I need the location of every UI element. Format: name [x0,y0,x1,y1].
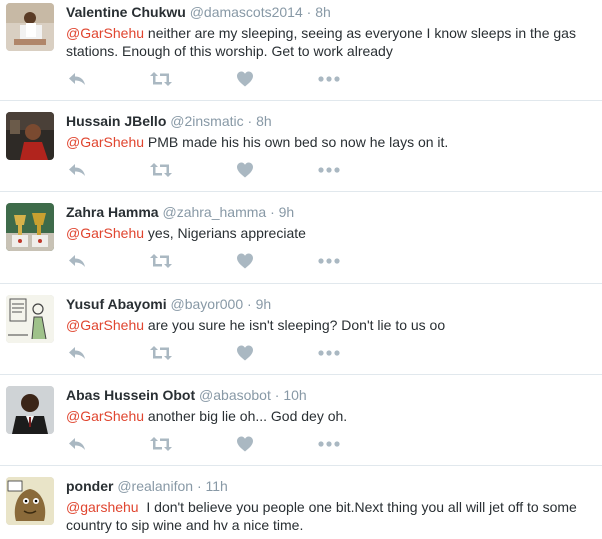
mention-link[interactable]: @GarShehu [66,25,144,41]
tweet-header: Valentine Chukwu @damascots2014 · 8h [66,3,596,21]
tweet-header: Yusuf Abayomi @bayor000 · 9h [66,295,596,313]
tweet[interactable]: Hussain JBello @2insmatic · 8h @GarShehu… [0,101,602,192]
retweet-icon[interactable] [150,251,172,271]
tweet-feed: Valentine Chukwu @damascots2014 · 8h @Ga… [0,0,602,539]
reply-icon[interactable] [66,160,88,180]
display-name[interactable]: Yusuf Abayomi [66,296,167,312]
tweet-header: Hussain JBello @2insmatic · 8h [66,112,596,130]
avatar[interactable] [6,295,54,343]
retweet-icon[interactable] [150,69,172,89]
tweet[interactable]: Valentine Chukwu @damascots2014 · 8h @Ga… [0,0,602,101]
retweet-icon[interactable] [150,434,172,454]
like-icon[interactable] [234,251,256,271]
tweet[interactable]: Yusuf Abayomi @bayor000 · 9h @GarShehu a… [0,284,602,375]
mention-link[interactable]: @garshehu [66,499,139,515]
username[interactable]: @abasobot [199,387,271,403]
timestamp[interactable]: 8h [315,4,331,20]
username[interactable]: @zahra_hamma [162,204,266,220]
tweet[interactable]: Abas Hussein Obot @abasobot · 10h @GarSh… [0,375,602,466]
display-name[interactable]: ponder [66,478,113,494]
separator-dot: · [270,204,275,220]
avatar[interactable] [6,477,54,525]
tweet-text: @GarShehu neither are my sleeping, seein… [66,24,596,60]
like-icon[interactable] [234,343,256,363]
display-name[interactable]: Hussain JBello [66,113,166,129]
tweet-text: @GarShehu yes, Nigerians appreciate [66,224,596,242]
username[interactable]: @damascots2014 [190,4,303,20]
tweet[interactable]: Zahra Hamma @zahra_hamma · 9h @GarShehu … [0,192,602,284]
display-name[interactable]: Valentine Chukwu [66,4,186,20]
more-icon[interactable] [318,69,340,89]
timestamp[interactable]: 10h [283,387,306,403]
tweet-body: I don't believe you people one bit.Next … [66,499,581,533]
tweet-text: @garshehu I don't believe you people one… [66,498,596,534]
mention-link[interactable]: @GarShehu [66,134,144,150]
tweet-body: yes, Nigerians appreciate [144,225,306,241]
tweet-header: Abas Hussein Obot @abasobot · 10h [66,386,596,404]
reply-icon[interactable] [66,69,88,89]
reply-icon[interactable] [66,251,88,271]
display-name[interactable]: Zahra Hamma [66,204,159,220]
tweet-text: @GarShehu PMB made his his own bed so no… [66,133,596,151]
tweet-text: @GarShehu another big lie oh... God dey … [66,407,596,425]
timestamp[interactable]: 8h [256,113,272,129]
avatar[interactable] [6,386,54,434]
timestamp[interactable]: 9h [256,296,272,312]
retweet-icon[interactable] [150,343,172,363]
avatar[interactable] [6,3,54,51]
like-icon[interactable] [234,69,256,89]
tweet-body: PMB made his his own bed so now he lays … [144,134,449,150]
more-icon[interactable] [318,343,340,363]
mention-link[interactable]: @GarShehu [66,225,144,241]
mention-link[interactable]: @GarShehu [66,408,144,424]
timestamp[interactable]: 9h [279,204,295,220]
more-icon[interactable] [318,434,340,454]
separator-dot: · [306,4,312,20]
separator-dot: · [247,113,253,129]
more-icon[interactable] [318,251,340,271]
mention-link[interactable]: @GarShehu [66,317,144,333]
timestamp[interactable]: 11h [206,478,228,494]
like-icon[interactable] [234,434,256,454]
tweet-header: ponder @realanifon · 11h [66,477,596,495]
retweet-icon[interactable] [150,160,172,180]
separator-dot: · [196,478,202,494]
username[interactable]: @2insmatic [170,113,243,129]
tweet-text: @GarShehu are you sure he isn't sleeping… [66,316,596,334]
reply-icon[interactable] [66,343,88,363]
tweet[interactable]: ponder @realanifon · 11h @garshehu I don… [0,466,602,539]
display-name[interactable]: Abas Hussein Obot [66,387,195,403]
reply-icon[interactable] [66,434,88,454]
tweet-body: another big lie oh... God dey oh. [144,408,348,424]
more-icon[interactable] [318,160,340,180]
separator-dot: · [274,387,280,403]
username[interactable]: @bayor000 [171,296,244,312]
tweet-header: Zahra Hamma @zahra_hamma · 9h [66,203,596,221]
avatar[interactable] [6,203,54,251]
separator-dot: · [247,296,252,312]
tweet-body: are you sure he isn't sleeping? Don't li… [144,317,446,333]
like-icon[interactable] [234,160,256,180]
username[interactable]: @realanifon [117,478,193,494]
avatar[interactable] [6,112,54,160]
